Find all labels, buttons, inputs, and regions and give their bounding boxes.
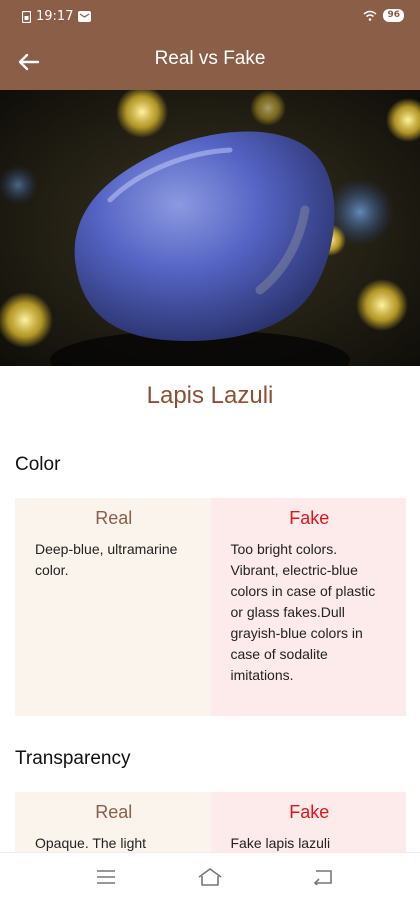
status-time: 19:17 [36, 9, 74, 24]
status-bar: 19:17 96 [0, 0, 420, 34]
status-left: 19:17 [22, 9, 92, 24]
real-column: Real Deep-blue, ultramarine color. [15, 498, 211, 716]
fake-label: Fake [289, 508, 330, 528]
menu-nav-button[interactable] [92, 865, 120, 889]
fake-label: Fake [289, 802, 330, 822]
comparison-card-color: Real Deep-blue, ultramarine color. Fake … [15, 498, 406, 716]
wifi-icon [363, 10, 377, 21]
real-label: Real [95, 508, 133, 528]
fake-description: Too bright colors. Vibrant, electric-blu… [230, 541, 376, 683]
battery-indicator: 96 [383, 9, 404, 22]
menu-icon [97, 870, 115, 884]
fake-description: Fake lapis lazuli [230, 835, 331, 851]
real-column: Real Opaque. The light [15, 792, 211, 852]
real-label: Real [95, 802, 133, 822]
gem-photo [0, 90, 420, 366]
status-right: 96 [363, 9, 404, 22]
message-icon [78, 11, 92, 22]
system-nav-bar [0, 852, 420, 901]
section-title-transparency: Transparency [15, 748, 131, 769]
section-title-color: Color [15, 454, 61, 475]
gem-name: Lapis Lazuli [146, 382, 274, 409]
fake-column: Fake Fake lapis lazuli [210, 792, 406, 852]
comparison-card-transparency: Real Opaque. The light Fake Fake lapis l… [15, 792, 406, 852]
home-icon [198, 868, 222, 886]
back-nav-button[interactable] [308, 865, 336, 889]
home-nav-button[interactable] [196, 865, 224, 889]
app-bar: Real vs Fake [0, 34, 420, 90]
page-title: Real vs Fake [154, 48, 266, 69]
fake-column: Fake Too bright colors. Vibrant, electri… [210, 498, 406, 716]
real-description: Deep-blue, ultramarine color. [35, 541, 178, 578]
return-icon [313, 870, 332, 885]
real-description: Opaque. The light [35, 835, 147, 851]
sim-icon [22, 10, 31, 23]
